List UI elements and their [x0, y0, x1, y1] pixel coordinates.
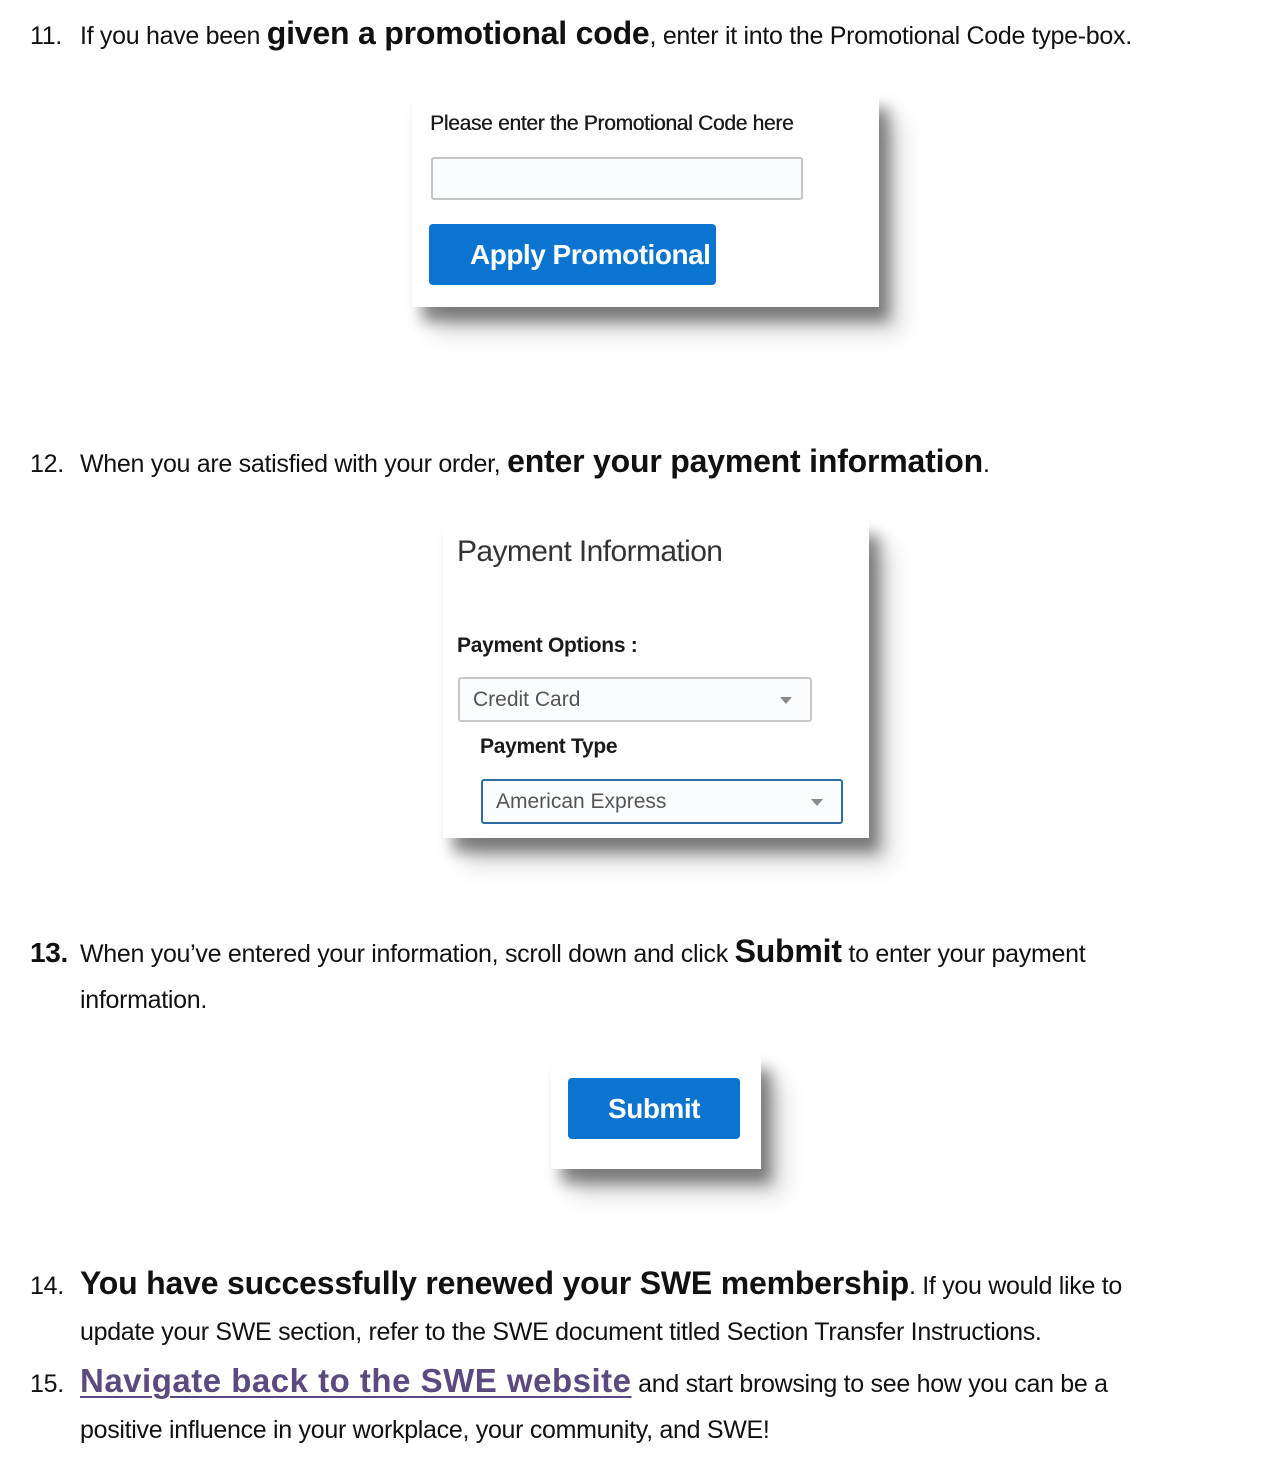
promo-code-input[interactable]: [431, 157, 803, 200]
step-11: 11. If you have been given a promotional …: [30, 10, 1275, 59]
step-13: 13. When you’ve entered your information,…: [30, 928, 1275, 1023]
payment-information-panel: Payment Information Payment Options : Cr…: [443, 521, 869, 838]
payment-type-select[interactable]: American Express: [481, 779, 843, 824]
step-number: 11.: [30, 22, 62, 50]
submit-button[interactable]: Submit: [568, 1078, 740, 1139]
chevron-down-icon: [811, 799, 823, 806]
step-emphasis: You have successfully renewed your SWE m…: [80, 1265, 909, 1301]
submit-panel: Submit: [551, 1055, 761, 1169]
step-number: 14.: [30, 1272, 64, 1300]
step-text: .: [982, 450, 990, 478]
step-emphasis: given a promotional code: [266, 15, 650, 51]
step-text: , enter it into the Promotional Code typ…: [649, 22, 1133, 50]
step-14: 14. You have successfully renewed your SW…: [30, 1260, 1275, 1355]
step-text-continued: positive influence in your workplace, yo…: [80, 1416, 770, 1444]
payment-options-value: Credit Card: [473, 687, 581, 711]
apply-promotional-button[interactable]: Apply Promotional: [429, 224, 716, 285]
step-12: 12. When you are satisfied with your orde…: [30, 438, 1275, 487]
step-number: 12.: [30, 450, 64, 478]
payment-information-title: Payment Information: [457, 535, 723, 568]
step-emphasis: enter your payment information: [507, 443, 983, 479]
payment-options-label: Payment Options :: [457, 634, 638, 657]
chevron-down-icon: [780, 697, 792, 704]
payment-options-select[interactable]: Credit Card: [458, 677, 812, 722]
step-text: . If you would like to: [909, 1272, 1122, 1300]
step-text: When you are satisfied with your order,: [80, 450, 508, 478]
step-text: and start browsing to see how you can be…: [631, 1370, 1108, 1398]
step-text-continued: update your SWE section, refer to the SW…: [80, 1318, 1042, 1346]
step-number: 15.: [30, 1370, 64, 1398]
step-number: 13.: [30, 937, 69, 968]
step-15: 15. Navigate back to the SWE website and …: [30, 1358, 1275, 1453]
promo-code-panel: Please enter the Promotional Code here A…: [412, 94, 879, 307]
payment-type-value: American Express: [496, 789, 667, 813]
swe-website-link[interactable]: Navigate back to the SWE website: [80, 1362, 631, 1399]
promo-code-label: Please enter the Promotional Code here: [430, 112, 794, 135]
step-text: If you have been: [80, 22, 267, 50]
step-text: to enter your payment: [841, 940, 1086, 968]
step-text: When you’ve entered your information, sc…: [80, 940, 735, 968]
step-emphasis: Submit: [734, 933, 842, 969]
payment-type-label: Payment Type: [480, 735, 618, 758]
step-text-continued: information.: [80, 986, 208, 1014]
